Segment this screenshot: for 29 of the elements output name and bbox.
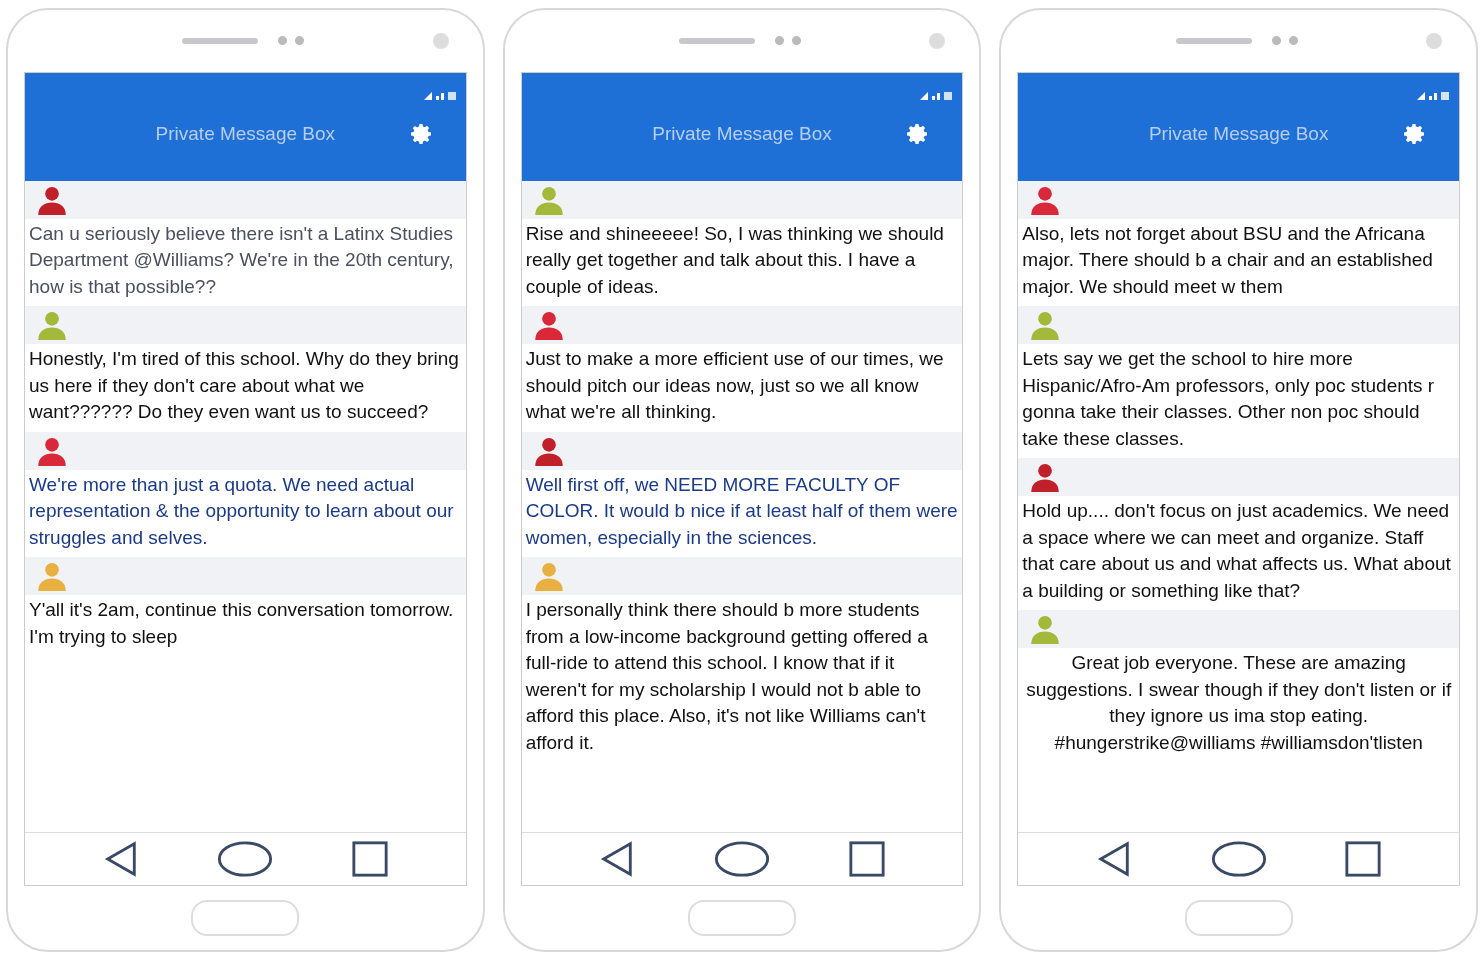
- message-text: Well first off, we NEED MORE FACULTY OF COLOR. It would b nice if at least half of them were women, especially in the sciences.: [525, 472, 959, 550]
- settings-icon[interactable]: [409, 121, 434, 146]
- app-title: Private Message Box: [1148, 122, 1329, 145]
- recent-apps-icon[interactable]: [1344, 840, 1383, 879]
- home-icon[interactable]: [216, 840, 275, 879]
- home-icon[interactable]: [1209, 840, 1268, 879]
- recent-apps-icon[interactable]: [847, 840, 886, 879]
- message-text: Hold up.... don't focus on just academics. We need a space where we can meet and organize. Staff that care about us and what affects us. What about a building or something like that?: [1022, 499, 1452, 603]
- message-text: Can u seriously believe there isn't a Latinx Studies Department @Williams? We're in the 20th century, how is that possible??: [29, 221, 455, 299]
- settings-icon[interactable]: [1403, 121, 1427, 146]
- app-title: Private Message Box: [652, 122, 832, 145]
- speaker-icon: [1175, 37, 1252, 44]
- recent-apps-icon[interactable]: [350, 840, 389, 879]
- app-title: Private Message Box: [155, 122, 336, 145]
- home-icon[interactable]: [713, 840, 771, 879]
- camera-icon: [432, 32, 449, 49]
- message-text: Y'all it's 2am, continue this conversation tomorrow. I'm trying to sleep: [29, 598, 455, 649]
- speaker-icon: [182, 37, 259, 44]
- message-text: Lets say we get the school to hire more Hispanic/Afro-Am professors, only poc students r gonna take their classes. Other non poc should take these classes.: [1022, 347, 1436, 451]
- message-text: We're more than just a quota. We need actual representation & the opportunity to learn about our struggles and selves.: [29, 472, 455, 550]
- message-text: Just to make a more efficient use of our times, we should pitch our ideas now, just so we all know what we're all thinking.: [525, 347, 945, 425]
- message-text: Also, lets not forget about BSU and the Africana major. There should b a chair and an established major. We should meet w them: [1022, 221, 1434, 299]
- camera-icon: [1426, 32, 1442, 49]
- message-text: I personally think there should b more students from a low-income background getting offered a full-ride to attend this school. I know that if it weren't for my scholarship I would not b able to afford this place. Also, it's not like Williams can't afford it.: [525, 598, 929, 755]
- message-text: Rise and shineeeee! So, I was thinking we should really get together and talk about this. I have a couple of ideas.: [525, 221, 945, 299]
- camera-icon: [929, 32, 946, 49]
- speaker-icon: [679, 37, 755, 44]
- message-text: Honestly, I'm tired of this school. Why do they bring us here if they don't care about what we want?????? Do they even want us to succeed?: [29, 347, 460, 425]
- message-text: Great job everyone. These are amazing suggestions. I swear though if they don't listen or if they ignore us ima stop eating. #hungerstrike@williams #williamsdon'tlisten: [1025, 651, 1453, 755]
